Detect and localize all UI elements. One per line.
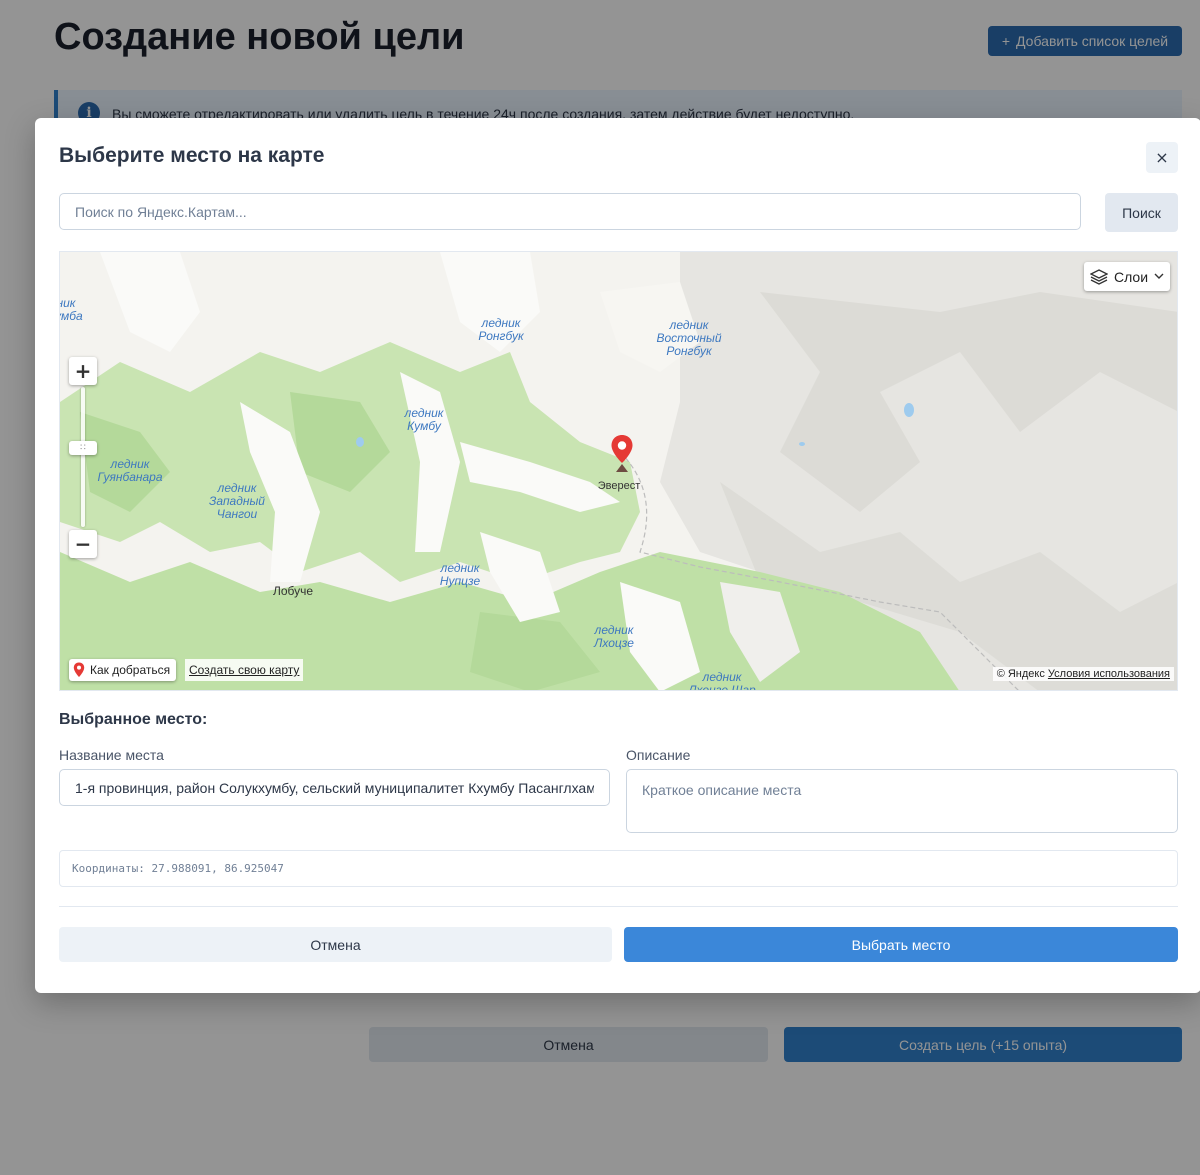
place-name-label: Название места <box>59 747 164 763</box>
map-copyright: © Яндекс Условия использования <box>992 667 1174 681</box>
select-place-button[interactable]: Выбрать место <box>624 927 1178 962</box>
chevron-down-icon <box>1154 273 1164 279</box>
modal-cancel-button[interactable]: Отмена <box>59 927 612 962</box>
close-button[interactable]: × <box>1146 142 1178 173</box>
zoom-in-button[interactable]: + <box>69 357 97 385</box>
map-view[interactable]: ник кумба ледник Ронгбук ледник Восточны… <box>59 251 1178 691</box>
map-label-lhotse-glacier: ледник Лхоцзе <box>594 623 634 650</box>
map-search-input[interactable] <box>59 193 1081 230</box>
map-label-rongbuk-glacier: ледник Ронгбук <box>478 316 524 343</box>
map-label-gyanbanara-glacier: ледник Гуянбанара <box>97 457 163 484</box>
map-search-button[interactable]: Поиск <box>1105 193 1178 232</box>
description-label: Описание <box>626 747 691 763</box>
modal-divider <box>59 906 1178 907</box>
map-picker-modal: Выберите место на карте × Поиск по Яндек… <box>35 118 1200 993</box>
route-pin-icon <box>73 662 85 677</box>
modal-title: Выберите место на карте <box>59 144 325 167</box>
layers-label: Слои <box>1113 268 1149 285</box>
place-marker[interactable] <box>610 434 634 479</box>
map-label-glacier-kumba-edge: ник кумба <box>60 296 83 323</box>
map-layers-button[interactable]: Слои <box>1084 262 1170 291</box>
description-input[interactable] <box>626 769 1178 833</box>
selected-place-title: Выбранное место: <box>59 711 208 728</box>
create-map-link[interactable]: Создать свою карту <box>185 659 304 681</box>
route-label: Как добраться <box>90 663 171 677</box>
coordinates-display: Координаты: 27.988091, 86.925047 <box>59 850 1178 887</box>
copyright-text: © Яндекс <box>996 668 1045 680</box>
map-label-lhotse-shar-glacier: ледник Лхоцзе Шар <box>688 670 756 691</box>
map-pin-icon <box>611 435 633 472</box>
zoom-slider-handle[interactable]: ∷ <box>69 441 97 455</box>
marker-label-everest: Эверест <box>597 480 641 492</box>
map-label-khumbu-glacier: ледник Кумбу <box>404 406 444 433</box>
place-name-input[interactable] <box>59 769 610 806</box>
route-button[interactable]: Как добраться <box>69 659 177 681</box>
map-label-nuptse-glacier: ледник Нупцзе <box>439 561 481 588</box>
zoom-out-button[interactable]: − <box>69 530 97 558</box>
map-label-west-changri-glacier: ледник Западный Чангои <box>209 481 265 521</box>
layers-icon <box>1089 268 1108 285</box>
terms-of-use-link[interactable]: Условия использования <box>1048 668 1170 680</box>
map-label-lobuche: Лобуче <box>272 584 314 598</box>
zoom-slider-track[interactable] <box>81 387 85 527</box>
map-label-east-rongbuk-glacier: ледник Восточный Ронгбук <box>656 318 722 358</box>
